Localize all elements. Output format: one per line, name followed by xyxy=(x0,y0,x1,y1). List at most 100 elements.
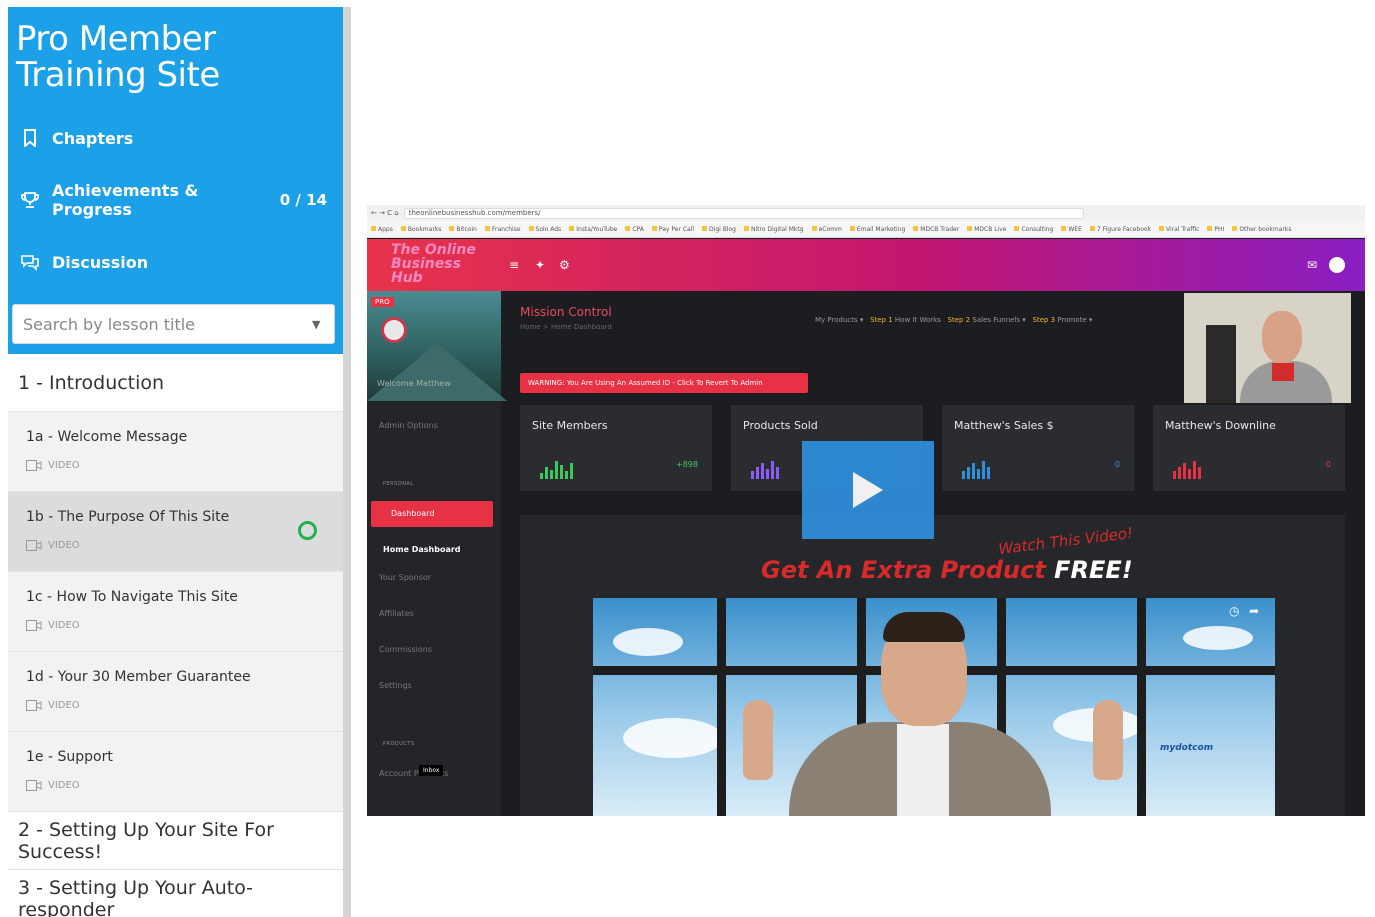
webcam-person-face xyxy=(1262,311,1302,363)
video-camera-icon xyxy=(26,700,42,711)
lesson-title: 1b - The Purpose Of This Site xyxy=(26,509,230,525)
presenter-video-frame: mydotcom ◷ ➦ xyxy=(593,598,1275,816)
chapter-site-setup[interactable]: 2 - Setting Up Your Site For Success! xyxy=(8,812,343,870)
nav-discussion[interactable]: Discussion xyxy=(8,242,343,282)
mini-bar-chart xyxy=(1173,457,1201,479)
bookmark: Bookmarks xyxy=(401,226,442,233)
achievements-count: 0 / 14 xyxy=(279,191,327,209)
nav-achievements[interactable]: Achievements & Progress 0 / 14 xyxy=(8,180,343,220)
chat-bubbles-icon xyxy=(8,253,52,271)
admin-options: Admin Options xyxy=(379,421,438,430)
bookmark: PHI xyxy=(1207,226,1224,233)
lesson-search[interactable]: ▼ xyxy=(12,304,335,344)
lesson-meta: VIDEO xyxy=(26,460,80,471)
chevron-down-icon[interactable]: ▼ xyxy=(312,318,334,331)
bookmark: Insta/YouTube xyxy=(569,226,617,233)
nav-achievements-label: Achievements & Progress xyxy=(52,181,199,219)
bookshelf xyxy=(1206,325,1236,403)
bookmark: Digi Blog xyxy=(702,226,736,233)
video-camera-icon xyxy=(26,780,42,791)
inbox-tooltip: Inbox xyxy=(419,765,444,776)
nav-chapters-label: Chapters xyxy=(52,128,134,148)
lightbulb-icon: ✦ xyxy=(535,258,546,272)
bookmark-icon xyxy=(8,129,52,147)
bookmark: 7 Figure Facebook xyxy=(1090,226,1151,233)
menu-step1-text: How It Works xyxy=(894,316,941,324)
bookmark: Email Marketing xyxy=(850,226,905,233)
profile-banner: PRO Welcome Matthew xyxy=(367,291,507,401)
lesson-type: VIDEO xyxy=(48,460,80,471)
course-title: Pro Member Training Site xyxy=(16,19,220,95)
products-label: PRODUCTS xyxy=(383,741,415,747)
lesson-meta: VIDEO xyxy=(26,780,80,791)
presenter-shirt xyxy=(897,724,949,816)
lesson-type: VIDEO xyxy=(48,700,80,711)
bookmark: eComm xyxy=(812,226,842,233)
lesson-title: 1a - Welcome Message xyxy=(26,429,188,445)
lesson-meta: VIDEO xyxy=(26,620,80,631)
stat-value: +898 xyxy=(676,460,698,469)
lesson-type: VIDEO xyxy=(48,620,80,631)
bookmark: WEE xyxy=(1061,226,1082,233)
affiliates-item: Affiliates xyxy=(379,609,414,618)
hamburger-icon: ≡ xyxy=(509,258,520,272)
lesson-title: 1c - How To Navigate This Site xyxy=(26,589,238,605)
play-button[interactable] xyxy=(802,441,934,539)
sidebar-scrollbar[interactable] xyxy=(343,7,351,917)
dashboard-item: Dashboard xyxy=(371,501,493,527)
site-logo: The Online Business Hub xyxy=(391,242,476,286)
video-camera-icon xyxy=(26,540,42,551)
headline-red: Get An Extra Product xyxy=(761,556,1046,584)
lesson-item[interactable]: 1a - Welcome Message VIDEO xyxy=(8,412,343,492)
menu-step2-text: Sales Funnels ▾ xyxy=(972,316,1026,324)
presenter-hand xyxy=(1093,700,1123,780)
share-icon: ➦ xyxy=(1249,604,1260,618)
lesson-item[interactable]: 1d - Your 30 Member Guarantee VIDEO xyxy=(8,652,343,732)
nav-chapters[interactable]: Chapters xyxy=(8,118,343,158)
stat-label: Site Members xyxy=(532,419,608,432)
avatar xyxy=(1329,257,1345,273)
cloud xyxy=(1183,626,1253,650)
cloud xyxy=(613,628,683,656)
menu-step3-text: Promote ▾ xyxy=(1057,316,1093,324)
bookmark: MDCB Live xyxy=(967,226,1006,233)
course-sidebar: Pro Member Training Site Chapters Achiev… xyxy=(8,7,343,917)
top-menu: My Products ▾ Step 1 How It Works Step 2… xyxy=(815,316,1092,324)
browser-address-bar: ← → C ⌂ theonlinebusinesshub.com/members… xyxy=(367,205,1365,221)
breadcrumb: Home > Home Dashboard xyxy=(520,323,612,331)
sidebar-header: Pro Member Training Site Chapters Achiev… xyxy=(8,7,343,354)
headline: Get An Extra Product FREE! xyxy=(761,556,1133,584)
back-arrow-icon: ← → C ⌂ xyxy=(371,209,399,217)
stat-label: Matthew's Downline xyxy=(1165,419,1276,432)
play-icon xyxy=(853,472,883,508)
bookmark: Solo Ads xyxy=(529,226,562,233)
mini-bar-chart xyxy=(751,457,779,479)
stat-card: Matthew's Downline 0 xyxy=(1153,405,1345,491)
lesson-search-input[interactable] xyxy=(13,314,312,334)
stat-card: Matthew's Sales $ 0 xyxy=(942,405,1134,491)
commissions-item: Commissions xyxy=(379,645,432,654)
window-frame xyxy=(1137,598,1146,816)
mini-bar-chart xyxy=(540,457,573,479)
mail-icon: ✉ xyxy=(1307,258,1318,272)
chapter-introduction[interactable]: 1 - Introduction xyxy=(8,354,343,412)
avatar xyxy=(381,317,407,343)
lesson-video-player[interactable]: ← → C ⌂ theonlinebusinesshub.com/members… xyxy=(367,205,1365,816)
bookmark: Apps xyxy=(371,226,393,233)
app-sidebar: PRO Welcome Matthew Admin Options PERSON… xyxy=(367,291,507,816)
webcam-person-collar xyxy=(1272,363,1294,381)
bookmark: CPA xyxy=(625,226,644,233)
lesson-meta: VIDEO xyxy=(26,700,80,711)
stat-label: Products Sold xyxy=(743,419,818,432)
lesson-meta: VIDEO xyxy=(26,540,80,551)
stat-label: Matthew's Sales $ xyxy=(954,419,1054,432)
lesson-item-active[interactable]: 1b - The Purpose Of This Site VIDEO xyxy=(8,492,343,572)
chapter-autoresponder[interactable]: 3 - Setting Up Your Auto-responder xyxy=(8,870,343,917)
lesson-item[interactable]: 1c - How To Navigate This Site VIDEO xyxy=(8,572,343,652)
bookmark: Pay Per Call xyxy=(652,226,694,233)
bookmark: Nitro Digital Mktg xyxy=(744,226,804,233)
menu-step3: Step 3 xyxy=(1032,316,1056,324)
lesson-item[interactable]: 1e - Support VIDEO xyxy=(8,732,343,812)
presenter-hand xyxy=(743,700,773,780)
your-sponsor-item: Your Sponsor xyxy=(379,573,432,582)
